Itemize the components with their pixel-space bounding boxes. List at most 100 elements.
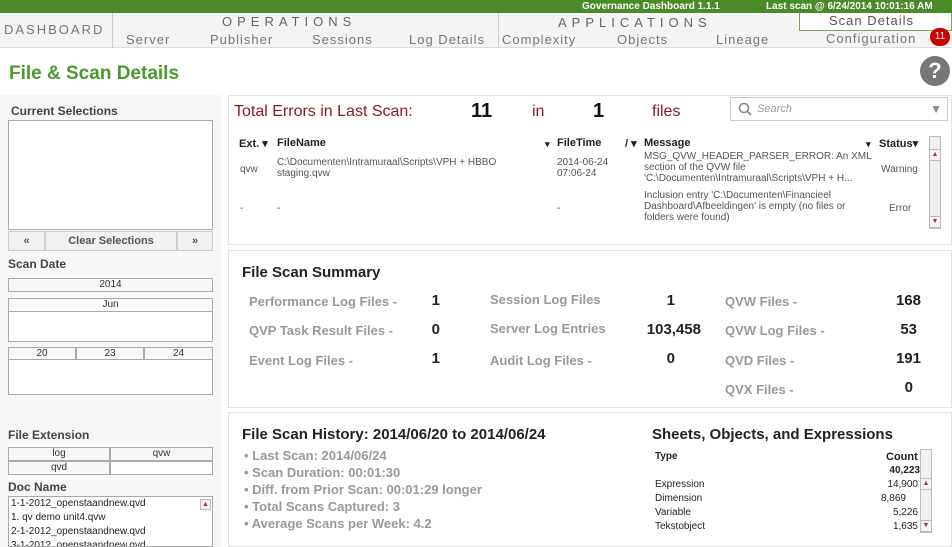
ext-listbox-item[interactable]: log bbox=[8, 447, 110, 461]
ext-listbox-item[interactable]: qvd bbox=[8, 461, 110, 475]
list-item[interactable]: 1. qv demo unit4.qvw bbox=[11, 511, 212, 525]
tab-complexity[interactable]: Complexity bbox=[502, 32, 576, 47]
soe-count: 14,900 bbox=[887, 479, 918, 490]
metric-label: QVP Task Result Files - bbox=[249, 323, 394, 338]
list-item[interactable]: 2-1-2012_openstaandnew.qvd bbox=[11, 525, 212, 539]
history-line: • Last Scan: 2014/06/24 bbox=[244, 448, 387, 463]
soe-type: Expression bbox=[655, 479, 705, 490]
metric-value: 1 bbox=[431, 292, 440, 309]
soe-title: Sheets, Objects, and Expressions bbox=[652, 426, 893, 443]
metric-label: QVD Files - bbox=[725, 353, 795, 368]
table-cell: MSG_QVW_HEADER_PARSER_ERROR: An XML sect… bbox=[644, 151, 872, 184]
metric-label: QVX Files - bbox=[725, 382, 794, 397]
tab-lineage[interactable]: Lineage bbox=[716, 32, 769, 47]
month-listbox-item[interactable]: Jun bbox=[8, 298, 213, 312]
metric-value: 1 bbox=[666, 292, 675, 309]
notification-badge[interactable]: 11 bbox=[930, 28, 950, 46]
page-title: File & Scan Details bbox=[9, 63, 180, 84]
table-cell: 2014-06-24 07:06-24 bbox=[557, 157, 609, 179]
metric-label: QVW Files - bbox=[725, 294, 798, 309]
metric-value: 168 bbox=[895, 292, 921, 309]
soe-count-header[interactable]: Count bbox=[886, 451, 918, 463]
soe-count: 1,635 bbox=[892, 521, 918, 532]
doc-name-label: Doc Name bbox=[8, 480, 67, 494]
scroll-down-icon[interactable]: ▼ bbox=[920, 520, 932, 532]
month-listbox bbox=[8, 311, 213, 342]
soe-count: 8,869 bbox=[880, 493, 906, 504]
scan-date-label: Scan Date bbox=[8, 257, 67, 271]
metric-label: Performance Log Files - bbox=[249, 294, 398, 309]
tab-publisher[interactable]: Publisher bbox=[210, 32, 273, 47]
soe-type-header[interactable]: Type bbox=[655, 451, 678, 462]
list-item[interactable]: 3-1-2012_openstaandnew.qvd bbox=[11, 539, 212, 546]
col-filetime[interactable]: FileTime bbox=[557, 137, 601, 149]
scroll-up-icon[interactable]: ▲ bbox=[929, 149, 941, 161]
soe-type: Dimension bbox=[655, 493, 703, 504]
tab-server[interactable]: Server bbox=[126, 32, 170, 47]
tab-objects[interactable]: Objects bbox=[617, 32, 668, 47]
history-line: • Total Scans Captured: 3 bbox=[244, 499, 401, 514]
tab-scan-details[interactable]: Scan Details bbox=[829, 13, 914, 28]
table-cell: Inclusion entry 'C:\Documenten\Financiee… bbox=[644, 190, 846, 223]
current-selections-label: Current Selections bbox=[11, 104, 118, 118]
soe-type: Variable bbox=[655, 507, 691, 518]
summary-title: File Scan Summary bbox=[242, 264, 381, 281]
metric-value: 103,458 bbox=[646, 321, 701, 338]
col-message[interactable]: Message bbox=[644, 137, 690, 149]
search-icon bbox=[738, 102, 752, 116]
tab-applications[interactable]: APPLICATIONS bbox=[558, 15, 712, 30]
day-listbox bbox=[8, 359, 213, 395]
search-box[interactable]: Search ▼ bbox=[730, 97, 948, 121]
table-cell: - bbox=[557, 203, 561, 214]
help-icon[interactable]: ? bbox=[920, 56, 950, 86]
year-listbox-item[interactable]: 2014 bbox=[8, 278, 213, 292]
table-cell: qvw bbox=[240, 164, 258, 175]
chevron-down-icon[interactable]: ▼ bbox=[930, 102, 942, 116]
metric-value: 0 bbox=[431, 321, 440, 338]
main-nav: DASHBOARD OPERATIONS Server Publisher Se… bbox=[0, 13, 952, 48]
metric-value: 1 bbox=[431, 350, 440, 367]
scroll-down-icon[interactable]: ▼ bbox=[929, 216, 941, 228]
error-count: 11 bbox=[471, 100, 493, 122]
ext-listbox-item[interactable]: qvw bbox=[110, 447, 213, 461]
scroll-up-icon[interactable]: ▲ bbox=[200, 499, 211, 510]
metric-label: Session Log Files bbox=[490, 292, 601, 307]
history-line: • Scan Duration: 00:01:30 bbox=[244, 465, 401, 480]
col-ext[interactable]: Ext. ▾ bbox=[239, 137, 268, 150]
history-line: • Diff. from Prior Scan: 00:01:29 longer bbox=[244, 482, 482, 497]
table-cell: Warning bbox=[881, 164, 918, 175]
tab-sessions[interactable]: Sessions bbox=[312, 32, 373, 47]
metric-label: QVW Log Files - bbox=[725, 323, 825, 338]
last-scan-text: Last scan @ 6/24/2014 10:01:16 AM bbox=[766, 1, 933, 12]
list-item[interactable]: 1-1-2012_openstaandnew.qvd bbox=[11, 497, 212, 511]
col-filename-sort-icon[interactable]: ▾ bbox=[545, 139, 550, 150]
search-placeholder: Search bbox=[757, 103, 792, 115]
file-extension-label: File Extension bbox=[8, 428, 90, 442]
files-label: files bbox=[652, 103, 681, 120]
prev-button[interactable]: « bbox=[8, 231, 45, 251]
col-message-sort-icon[interactable]: ▾ bbox=[866, 139, 871, 150]
ext-listbox-empty bbox=[110, 461, 213, 475]
scroll-up-icon[interactable]: ▲ bbox=[920, 478, 932, 490]
next-button[interactable]: » bbox=[177, 231, 213, 251]
doc-name-listbox[interactable]: 1-1-2012_openstaandnew.qvd 1. qv demo un… bbox=[8, 496, 213, 547]
tab-dashboard[interactable]: DASHBOARD bbox=[4, 22, 104, 37]
metric-label: Server Log Entries bbox=[490, 321, 606, 336]
metric-value: 53 bbox=[900, 321, 917, 338]
col-status[interactable]: Status▾ bbox=[879, 137, 918, 150]
soe-type: Tekstobject bbox=[655, 521, 706, 532]
top-status-bar: Governance Dashboard 1.1.1 Last scan @ 6… bbox=[0, 0, 952, 13]
tab-configuration[interactable]: Configuration bbox=[826, 31, 916, 46]
tab-log-details[interactable]: Log Details bbox=[409, 32, 485, 47]
table-cell: C:\Documenten\Intramuraal\Scripts\VPH + … bbox=[277, 157, 497, 179]
metric-value: 191 bbox=[895, 350, 921, 367]
table-cell: - bbox=[277, 203, 281, 214]
tab-operations[interactable]: OPERATIONS bbox=[222, 14, 356, 29]
in-label: in bbox=[532, 103, 545, 120]
col-filetime-sort-icon[interactable]: / ▾ bbox=[625, 137, 637, 150]
app-title: Governance Dashboard 1.1.1 bbox=[582, 1, 720, 12]
table-cell: - bbox=[240, 203, 244, 214]
history-title: File Scan History: 2014/06/20 to 2014/06… bbox=[242, 426, 546, 443]
col-filename[interactable]: FileName bbox=[277, 137, 326, 149]
clear-selections-button[interactable]: Clear Selections bbox=[45, 231, 177, 251]
